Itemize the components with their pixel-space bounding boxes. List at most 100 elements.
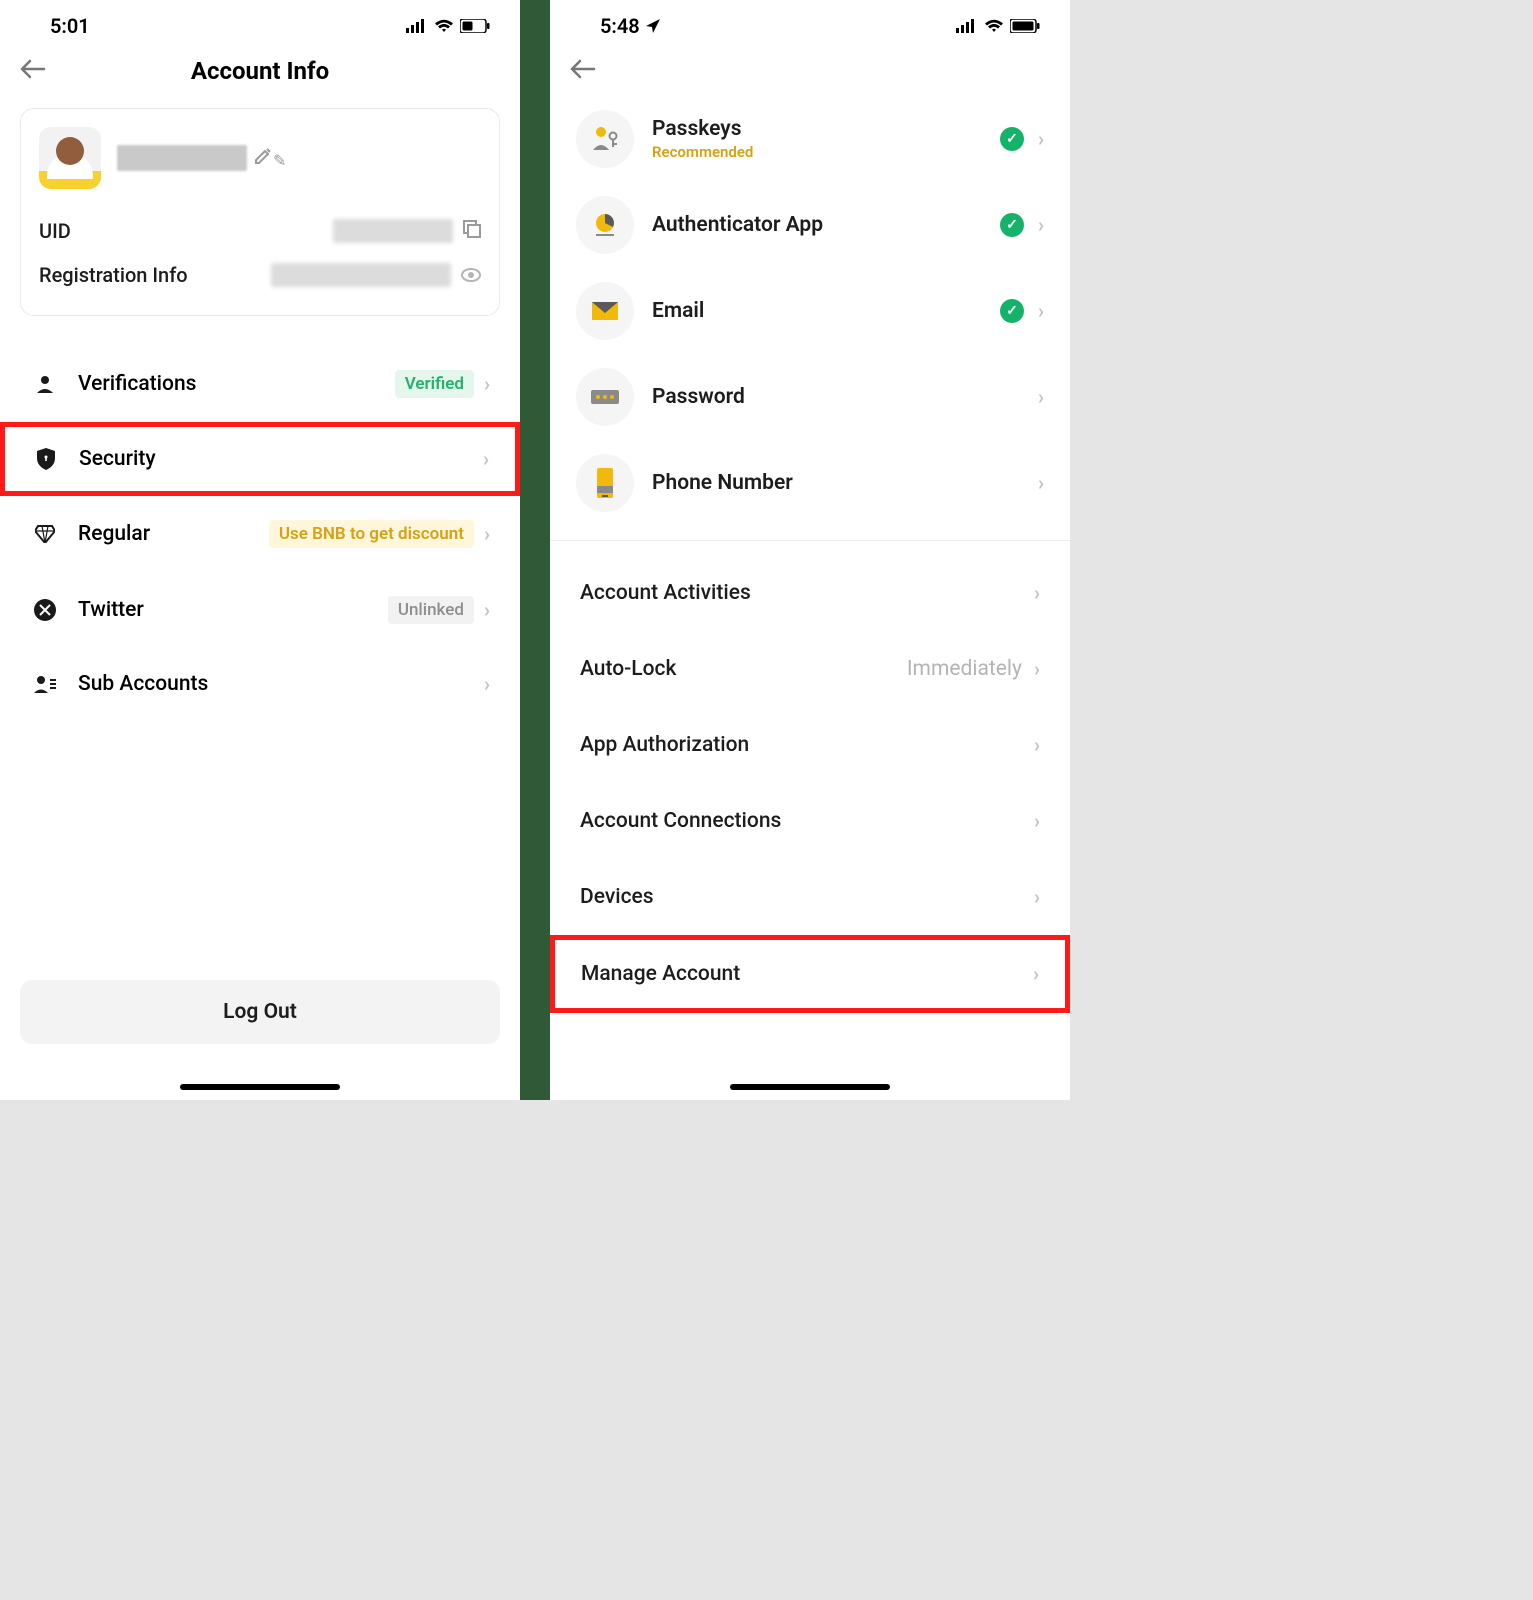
registration-row: Registration Info [39, 253, 481, 297]
registration-value-redacted [271, 263, 451, 287]
separator [550, 540, 1070, 541]
chevron-right-icon: › [1034, 885, 1040, 909]
menu-regular[interactable]: Regular Use BNB to get discount › [0, 496, 520, 572]
registration-label: Registration Info [39, 263, 188, 287]
logout-button[interactable]: Log Out [20, 980, 500, 1044]
edit-icon[interactable]: ✎ [253, 146, 286, 170]
chevron-right-icon: › [1034, 581, 1040, 605]
row-label: Account Activities [580, 581, 751, 605]
item-label: Passkeys [652, 117, 1000, 141]
row-label: Devices [580, 885, 654, 909]
recommended-badge: Recommended [652, 143, 1000, 161]
row-label: Manage Account [581, 962, 740, 986]
menu-label: Verifications [78, 372, 395, 396]
chevron-right-icon: › [1038, 385, 1044, 409]
menu-list: Verifications Verified › Security › Regu… [0, 346, 520, 720]
person-icon [30, 374, 60, 394]
battery-icon [1010, 14, 1040, 38]
menu-verifications[interactable]: Verifications Verified › [0, 346, 520, 422]
chevron-right-icon: › [1033, 962, 1039, 986]
signal-icon [406, 14, 428, 38]
screen-security: 5:48 Passkeys Recommended ✓ › Authentica… [550, 0, 1070, 1100]
chevron-right-icon: › [483, 447, 489, 471]
discount-badge: Use BNB to get discount [269, 520, 474, 548]
wifi-icon [984, 14, 1004, 38]
username-redacted [117, 145, 247, 171]
page-title: Account Info [0, 57, 520, 85]
status-time: 5:48 [600, 14, 640, 38]
security-password[interactable]: Password › [550, 354, 1070, 440]
home-indicator[interactable] [180, 1084, 340, 1090]
copy-icon[interactable] [463, 219, 481, 243]
email-icon [576, 282, 634, 340]
check-icon: ✓ [1000, 299, 1024, 323]
status-bar: 5:48 [550, 0, 1070, 46]
menu-security[interactable]: Security › [0, 422, 520, 496]
chevron-right-icon: › [1034, 657, 1040, 681]
menu-label: Regular [78, 522, 269, 546]
shield-icon [31, 448, 61, 470]
eye-icon[interactable] [461, 263, 481, 287]
row-manage-account[interactable]: Manage Account › [550, 935, 1070, 1013]
item-label: Email [652, 299, 1000, 323]
chevron-right-icon: › [1038, 127, 1044, 151]
passkey-icon [576, 110, 634, 168]
nav-bar: Account Info [0, 46, 520, 96]
account-card: ✎ UID Registration Info [20, 108, 500, 316]
row-auto-lock[interactable]: Auto-Lock Immediately › [550, 631, 1070, 707]
password-icon [576, 368, 634, 426]
location-icon [646, 14, 660, 38]
check-icon: ✓ [1000, 127, 1024, 151]
chevron-right-icon: › [1034, 809, 1040, 833]
item-label: Password [652, 385, 1038, 409]
back-button[interactable] [570, 59, 596, 83]
security-passkeys[interactable]: Passkeys Recommended ✓ › [550, 96, 1070, 182]
diamond-icon [30, 525, 60, 543]
chevron-right-icon: › [484, 598, 490, 622]
security-phone[interactable]: Phone Number › [550, 440, 1070, 526]
status-bar: 5:01 [0, 0, 520, 46]
menu-label: Security [79, 447, 483, 471]
chevron-right-icon: › [484, 522, 490, 546]
chevron-right-icon: › [1034, 733, 1040, 757]
status-icons [406, 14, 490, 38]
check-icon: ✓ [1000, 213, 1024, 237]
row-app-authorization[interactable]: App Authorization › [550, 707, 1070, 783]
battery-icon [460, 14, 490, 38]
menu-sub-accounts[interactable]: Sub Accounts › [0, 648, 520, 720]
nav-bar [550, 46, 1070, 96]
row-devices[interactable]: Devices › [550, 859, 1070, 935]
menu-label: Sub Accounts [78, 672, 484, 696]
logout-label: Log Out [223, 1000, 297, 1024]
row-account-activities[interactable]: Account Activities › [550, 555, 1070, 631]
row-account-connections[interactable]: Account Connections › [550, 783, 1070, 859]
wifi-icon [434, 14, 454, 38]
autolock-value: Immediately [907, 657, 1022, 681]
home-indicator[interactable] [730, 1084, 890, 1090]
x-icon [30, 599, 60, 621]
signal-icon [956, 14, 978, 38]
row-label: App Authorization [580, 733, 749, 757]
uid-value-redacted [333, 219, 453, 243]
unlinked-badge: Unlinked [388, 596, 474, 624]
status-icons [956, 14, 1040, 38]
chevron-right-icon: › [1038, 213, 1044, 237]
chevron-right-icon: › [1038, 471, 1044, 495]
security-methods: Passkeys Recommended ✓ › Authenticator A… [550, 96, 1070, 526]
people-icon [30, 674, 60, 694]
security-email[interactable]: Email ✓ › [550, 268, 1070, 354]
screen-account-info: 5:01 Account Info ✎ UID [0, 0, 520, 1100]
chevron-right-icon: › [484, 672, 490, 696]
status-time: 5:01 [50, 14, 90, 38]
chevron-right-icon: › [484, 372, 490, 396]
chevron-right-icon: › [1038, 299, 1044, 323]
avatar[interactable] [39, 127, 101, 189]
row-label: Account Connections [580, 809, 781, 833]
item-label: Authenticator App [652, 213, 1000, 237]
uid-label: UID [39, 219, 71, 243]
phone-icon [576, 454, 634, 512]
security-authenticator[interactable]: Authenticator App ✓ › [550, 182, 1070, 268]
row-label: Auto-Lock [580, 657, 676, 681]
menu-twitter[interactable]: Twitter Unlinked › [0, 572, 520, 648]
menu-label: Twitter [78, 598, 388, 622]
